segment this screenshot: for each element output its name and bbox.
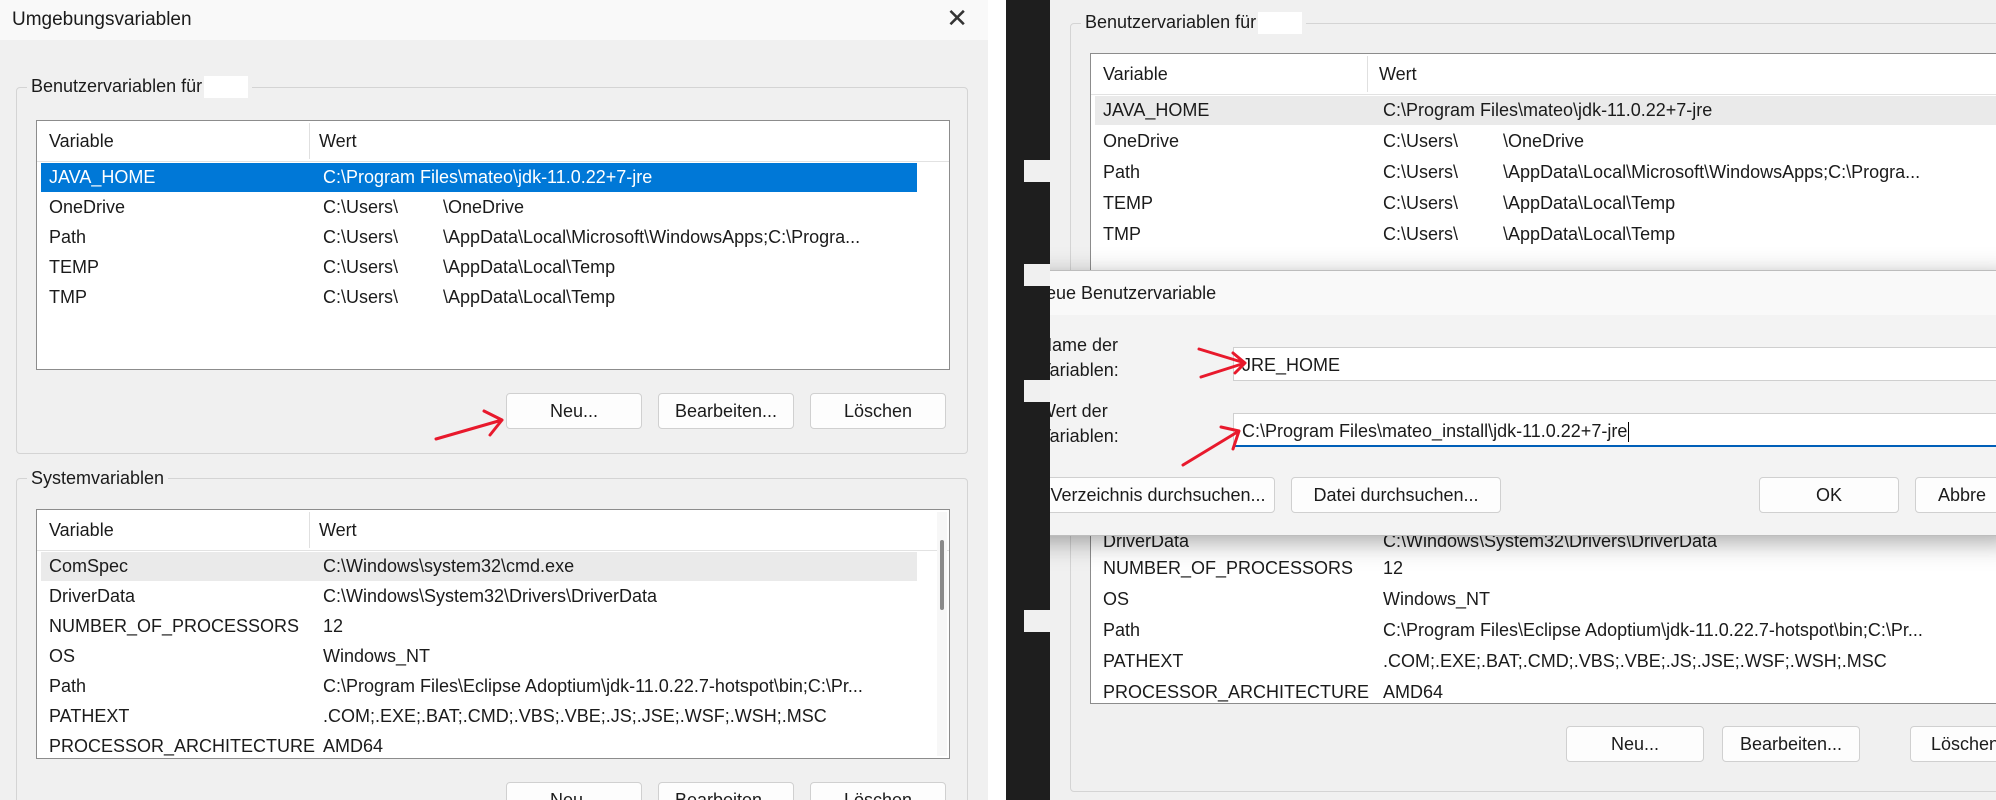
cancel-button[interactable]: Abbre bbox=[1915, 477, 1996, 513]
table-row[interactable]: Path C:\Program Files\Eclipse Adoptium\jd… bbox=[41, 672, 917, 701]
table-row[interactable]: TEMP C:\Users\ \AppData\Local\Temp bbox=[41, 253, 917, 282]
list-header: Variable Wert bbox=[1091, 54, 1996, 95]
text-caret bbox=[1628, 422, 1630, 443]
vertical-scrollbar[interactable] bbox=[937, 512, 947, 756]
table-row[interactable]: JAVA_HOME C:\Program Files\mateo\jdk-11.0… bbox=[41, 163, 917, 192]
table-row[interactable]: NUMBER_OF_PROCESSORS 12 bbox=[1095, 554, 1996, 583]
user-variables-label: Benutzervariablen für bbox=[1085, 12, 1257, 32]
close-icon[interactable]: ✕ bbox=[946, 0, 968, 36]
new-user-variable-dialog: Neue Benutzervariable Name der Variablen… bbox=[1050, 270, 1996, 536]
list-header: Variable Wert bbox=[37, 510, 949, 551]
annotation-arrow-icon bbox=[1181, 425, 1241, 467]
dialog-title: Neue Benutzervariable bbox=[1050, 283, 1217, 303]
variable-name-field[interactable]: JRE_HOME bbox=[1233, 347, 1996, 381]
variable-value-field[interactable]: C:\Program Files\mateo_install\jdk-11.0.… bbox=[1233, 413, 1996, 447]
system-edit-button[interactable]: Bearbeiten... bbox=[658, 782, 794, 800]
column-variable[interactable]: Variable bbox=[49, 131, 114, 152]
background-window-strip bbox=[1006, 0, 1050, 800]
browse-file-button[interactable]: Datei durchsuchen... bbox=[1291, 477, 1501, 513]
table-row[interactable]: JAVA_HOME C:\Program Files\mateo\jdk-11.0… bbox=[1095, 96, 1996, 125]
system-new-button[interactable]: Neu... bbox=[506, 782, 642, 800]
dialog-title-bar: Neue Benutzervariable bbox=[1050, 271, 1996, 315]
redacted-username bbox=[1258, 12, 1303, 35]
table-row[interactable]: OS Windows_NT bbox=[1095, 585, 1996, 614]
system-edit-button[interactable]: Bearbeiten... bbox=[1722, 726, 1860, 762]
table-row[interactable]: DriverData C:\Windows\System32\Drivers\Dr… bbox=[41, 582, 917, 611]
list-header: Variable Wert bbox=[37, 121, 949, 162]
table-row[interactable]: PROCESSOR_ARCHITECTURE AMD64 bbox=[41, 732, 917, 758]
table-row[interactable]: Path C:\Users\ \AppData\Local\Microsoft\Wi… bbox=[41, 223, 917, 252]
column-value[interactable]: Wert bbox=[319, 520, 357, 541]
column-value[interactable]: Wert bbox=[319, 131, 357, 152]
table-row[interactable]: OS Windows_NT bbox=[41, 642, 917, 671]
browse-directory-button[interactable]: Verzeichnis durchsuchen... bbox=[1050, 477, 1275, 513]
table-row[interactable]: PATHEXT .COM;.EXE;.BAT;.CMD;.VBS;.VBE;.JS… bbox=[41, 702, 917, 731]
column-value[interactable]: Wert bbox=[1379, 64, 1417, 85]
user-delete-button[interactable]: Löschen bbox=[810, 393, 946, 429]
annotation-arrow-icon bbox=[1197, 347, 1247, 379]
table-row[interactable]: PROCESSOR_ARCHITECTURE AMD64 bbox=[1095, 678, 1996, 703]
redacted-username bbox=[204, 76, 249, 99]
user-variables-list[interactable]: Variable Wert JAVA_HOME C:\Program Files\… bbox=[36, 120, 950, 370]
screenshot-divider bbox=[988, 0, 1006, 800]
user-variables-list[interactable]: Variable Wert JAVA_HOME C:\Program Files\… bbox=[1090, 53, 1996, 275]
user-new-button[interactable]: Neu... bbox=[506, 393, 642, 429]
scrollbar-thumb[interactable] bbox=[940, 540, 944, 610]
window-title: Umgebungsvariablen bbox=[12, 9, 192, 30]
column-variable[interactable]: Variable bbox=[1103, 64, 1168, 85]
right-environment-dialog: Benutzervariablen für Variable Wert JAVA… bbox=[1050, 0, 1996, 800]
table-row[interactable]: ComSpec C:\Windows\system32\cmd.exe bbox=[41, 552, 917, 581]
ok-button[interactable]: OK bbox=[1759, 477, 1899, 513]
table-row[interactable]: Path C:\Users\ \AppData\Local\Microsoft\Wi… bbox=[1095, 158, 1996, 187]
system-new-button[interactable]: Neu... bbox=[1566, 726, 1704, 762]
system-variables-list[interactable]: Variable Wert ComSpec C:\Windows\system32… bbox=[36, 509, 950, 759]
annotation-arrow-icon bbox=[434, 409, 504, 441]
column-variable[interactable]: Variable bbox=[49, 520, 114, 541]
user-variables-label: Benutzervariablen für bbox=[31, 76, 203, 96]
left-environment-dialog: Umgebungsvariablen ✕ Benutzervariablen f… bbox=[0, 0, 988, 800]
system-variables-list[interactable]: DriverData C:\Windows\System32\Drivers\Dr… bbox=[1090, 510, 1996, 704]
table-row[interactable]: OneDrive C:\Users\ \OneDrive bbox=[41, 193, 917, 222]
table-row[interactable]: TMP C:\Users\ \AppData\Local\Temp bbox=[41, 283, 917, 312]
table-row[interactable]: TEMP C:\Users\ \AppData\Local\Temp bbox=[1095, 189, 1996, 218]
table-row[interactable]: OneDrive C:\Users\ \OneDrive bbox=[1095, 127, 1996, 156]
table-row[interactable]: PATHEXT .COM;.EXE;.BAT;.CMD;.VBS;.VBE;.JS… bbox=[1095, 647, 1996, 676]
table-row[interactable]: TMP C:\Users\ \AppData\Local\Temp bbox=[1095, 220, 1996, 249]
user-edit-button[interactable]: Bearbeiten... bbox=[658, 393, 794, 429]
table-row[interactable]: Path C:\Program Files\Eclipse Adoptium\jd… bbox=[1095, 616, 1996, 645]
system-delete-button[interactable]: Löschen bbox=[1910, 726, 1996, 762]
table-row[interactable]: NUMBER_OF_PROCESSORS 12 bbox=[41, 612, 917, 641]
system-delete-button[interactable]: Löschen bbox=[810, 782, 946, 800]
name-label: Name der Variablen: bbox=[1050, 335, 1119, 380]
title-bar: Umgebungsvariablen ✕ bbox=[0, 0, 988, 40]
value-label: Wert der Variablen: bbox=[1050, 401, 1119, 446]
system-variables-label: Systemvariablen bbox=[31, 468, 165, 488]
